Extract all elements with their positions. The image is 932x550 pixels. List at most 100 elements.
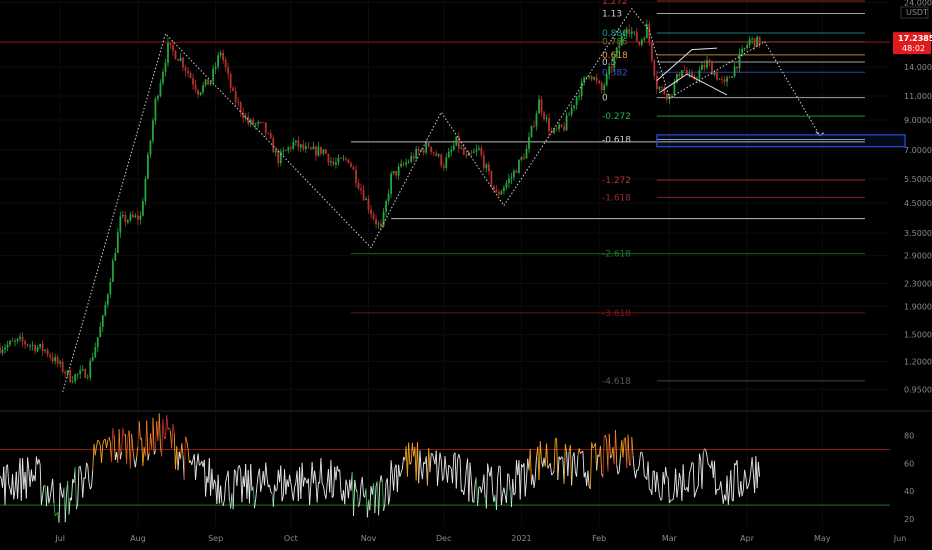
candle-body (119, 216, 122, 233)
candle-body (716, 72, 718, 80)
candle-body (620, 36, 623, 46)
candle-body (204, 79, 207, 86)
quote-currency-label: USDT (906, 8, 928, 17)
y-tick-label: 11.0000 (904, 92, 932, 101)
candle (756, 35, 759, 47)
candle-body (452, 145, 455, 150)
candle-body (673, 82, 676, 95)
candle-body (645, 24, 648, 39)
candle-body (179, 57, 182, 61)
candle-body (470, 152, 473, 154)
candle-body (162, 71, 164, 84)
x-tick-label: Nov (361, 534, 377, 543)
candle-body (0, 347, 1, 353)
candle-body (317, 146, 320, 156)
candle-body (678, 73, 681, 77)
candle-body (407, 161, 410, 163)
candle-body (312, 146, 315, 150)
candle-body (4, 347, 6, 350)
candle (681, 70, 683, 78)
candle-body (708, 60, 711, 64)
candle-body (121, 215, 124, 217)
candle-body (36, 347, 39, 352)
candle-body (736, 66, 738, 69)
candle-body (325, 149, 327, 154)
candle-body (224, 60, 227, 68)
x-tick-label: 2021 (511, 534, 531, 543)
candle-body (136, 215, 139, 220)
candle-body (593, 77, 596, 80)
candle-body (342, 158, 345, 160)
candle-body (337, 157, 340, 163)
candle-body (738, 53, 741, 69)
candle-body (189, 73, 192, 79)
candle-body (515, 170, 518, 173)
fib-level-label: 1.272 (602, 0, 628, 7)
candle-body (575, 96, 578, 106)
candle-body (420, 149, 423, 151)
candle-body (703, 65, 706, 68)
y-tick-label: 4.5000 (904, 199, 932, 208)
candle-body (89, 360, 92, 378)
price-chart[interactable]: 1.2721.130.8860.7860.6180.50.3820-0.272-… (0, 0, 932, 550)
candle-body (267, 133, 270, 135)
candle-body (320, 146, 322, 154)
target-box[interactable] (656, 134, 906, 148)
candle-body (212, 68, 214, 82)
candle-body (397, 166, 400, 176)
rsi-tick-label: 40 (904, 487, 914, 496)
last-price-value: 17.2385 (898, 34, 932, 43)
candle-body (214, 66, 217, 69)
candle-body (415, 148, 418, 159)
candle-body (758, 36, 761, 46)
candle-body (475, 149, 478, 152)
candle-body (385, 201, 387, 212)
candle-body (472, 151, 475, 153)
candle-body (159, 83, 162, 96)
candle-body (322, 149, 325, 154)
candle-body (76, 374, 79, 375)
candle-body (686, 70, 688, 74)
candle-body (302, 144, 305, 150)
candle-body (74, 374, 77, 382)
candle-body (595, 77, 598, 81)
candle-body (307, 146, 310, 148)
candle-body (563, 126, 565, 131)
candle-body (177, 59, 179, 61)
candle-body (658, 86, 661, 89)
candle-body (104, 304, 107, 316)
candle-body (655, 75, 658, 89)
candle-body (86, 377, 89, 379)
candle-body (643, 38, 646, 40)
candle-body (360, 188, 362, 191)
candle (207, 79, 209, 85)
candle-body (688, 72, 691, 74)
candle-body (289, 147, 292, 149)
candle-body (660, 86, 663, 88)
candle-body (184, 67, 187, 71)
candle-body (350, 163, 352, 167)
candle (111, 257, 114, 283)
candle-body (465, 154, 468, 156)
candle-body (131, 214, 134, 217)
candle-body (445, 157, 448, 168)
candle-body (440, 154, 443, 166)
candle-body (340, 157, 342, 159)
candle-body (392, 171, 395, 174)
candle-body (513, 170, 515, 178)
candle-body (555, 128, 558, 130)
target-zone-box[interactable] (656, 134, 906, 148)
candle-body (6, 344, 9, 348)
candle-body (304, 146, 307, 150)
candle-body (630, 31, 633, 34)
candle-body (728, 77, 731, 79)
rsi-tick-label: 20 (904, 515, 914, 524)
candle-body (202, 85, 204, 93)
candle-body (126, 220, 129, 223)
candle-body (731, 76, 733, 78)
candle-body (41, 343, 44, 351)
candle-body (518, 159, 520, 173)
candle-body (540, 99, 543, 113)
candle-body (174, 50, 177, 60)
fib-level-label: -3.618 (602, 309, 631, 319)
